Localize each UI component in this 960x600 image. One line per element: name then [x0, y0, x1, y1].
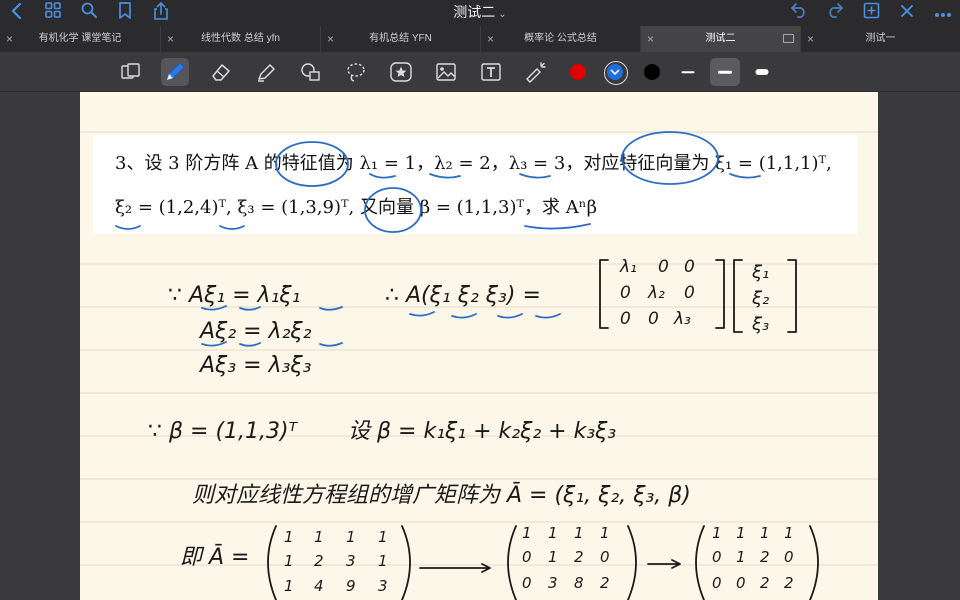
- search-icon[interactable]: [78, 2, 100, 24]
- tab-probability[interactable]: × 概率论 公式总结: [480, 26, 640, 52]
- add-page-icon[interactable]: [860, 2, 882, 24]
- redo-icon[interactable]: [824, 2, 846, 24]
- problem-statement: 3、设 3 阶方阵 A 的特征值为 λ₁ = 1，λ₂ = 2，λ₃ = 3，对…: [93, 135, 857, 234]
- tab-test-one[interactable]: × 测试一: [800, 26, 960, 52]
- bookmark-icon[interactable]: [114, 2, 136, 24]
- eraser-icon[interactable]: [207, 58, 235, 86]
- color-red-swatch[interactable]: [570, 64, 586, 80]
- close-icon[interactable]: ×: [167, 26, 174, 52]
- grid-icon[interactable]: [42, 2, 64, 24]
- text-icon[interactable]: [477, 58, 505, 86]
- tab-label: 线性代数 总结 yfn: [201, 33, 280, 44]
- stroke-medium-option[interactable]: [710, 58, 740, 86]
- close-icon[interactable]: ×: [327, 26, 334, 52]
- tab-label: 有机化学 课堂笔记: [38, 33, 122, 44]
- note-page[interactable]: 3、设 3 阶方阵 A 的特征值为 λ₁ = 1，λ₂ = 2，λ₃ = 3，对…: [80, 92, 878, 600]
- color-black-swatch[interactable]: [644, 64, 660, 80]
- highlighter-icon[interactable]: [252, 58, 280, 86]
- share-icon[interactable]: [150, 1, 172, 24]
- tab-test-two[interactable]: × 测试二: [640, 26, 800, 52]
- problem-line-1: 3、设 3 阶方阵 A 的特征值为 λ₁ = 1，λ₂ = 2，λ₃ = 3，对…: [115, 153, 832, 174]
- split-view-icon[interactable]: [783, 34, 794, 43]
- more-icon[interactable]: [932, 2, 954, 24]
- close-icon[interactable]: ×: [487, 26, 494, 52]
- color-blue-swatch[interactable]: [604, 61, 628, 85]
- tab-organic-summary[interactable]: × 有机总结 YFN: [320, 26, 480, 52]
- tab-organic-chemistry[interactable]: × 有机化学 课堂笔记: [0, 26, 160, 52]
- title-bar: 测试二 ⌄: [0, 0, 960, 26]
- tab-linear-algebra[interactable]: × 线性代数 总结 yfn: [160, 26, 320, 52]
- close-icon[interactable]: ×: [807, 26, 814, 52]
- tab-label: 概率论 公式总结: [524, 33, 597, 44]
- close-icon[interactable]: ×: [647, 26, 654, 52]
- pen-icon[interactable]: [161, 58, 189, 86]
- sticker-icon[interactable]: [387, 58, 415, 86]
- close-icon[interactable]: ×: [6, 26, 13, 52]
- tab-label: 测试二: [705, 33, 736, 44]
- document-title-text: 测试二: [453, 4, 496, 20]
- undo-icon[interactable]: [788, 2, 810, 24]
- tab-label: 有机总结 YFN: [369, 33, 432, 44]
- page-view-icon[interactable]: [117, 58, 145, 86]
- stroke-thick-option[interactable]: [747, 58, 777, 86]
- lasso-icon[interactable]: [342, 58, 370, 86]
- close-icon[interactable]: [896, 2, 918, 24]
- stroke-thin-option[interactable]: [673, 58, 703, 86]
- drawing-toolbar: [0, 52, 960, 92]
- document-title[interactable]: 测试二 ⌄: [0, 0, 960, 27]
- problem-line-2: ξ₂ = (1,2,4)ᵀ, ξ₃ = (1,3,9)ᵀ, 又向量 β = (1…: [115, 197, 597, 218]
- image-icon[interactable]: [432, 58, 460, 86]
- tab-bar: × 有机化学 课堂笔记 × 线性代数 总结 yfn × 有机总结 YFN × 概…: [0, 26, 960, 52]
- shape-lasso-icon[interactable]: [297, 58, 325, 86]
- chevron-down-icon[interactable]: ⌄: [498, 9, 506, 20]
- laser-pointer-icon[interactable]: [522, 58, 550, 86]
- tab-label: 测试一: [865, 33, 896, 44]
- chevron-left-icon[interactable]: [6, 2, 28, 24]
